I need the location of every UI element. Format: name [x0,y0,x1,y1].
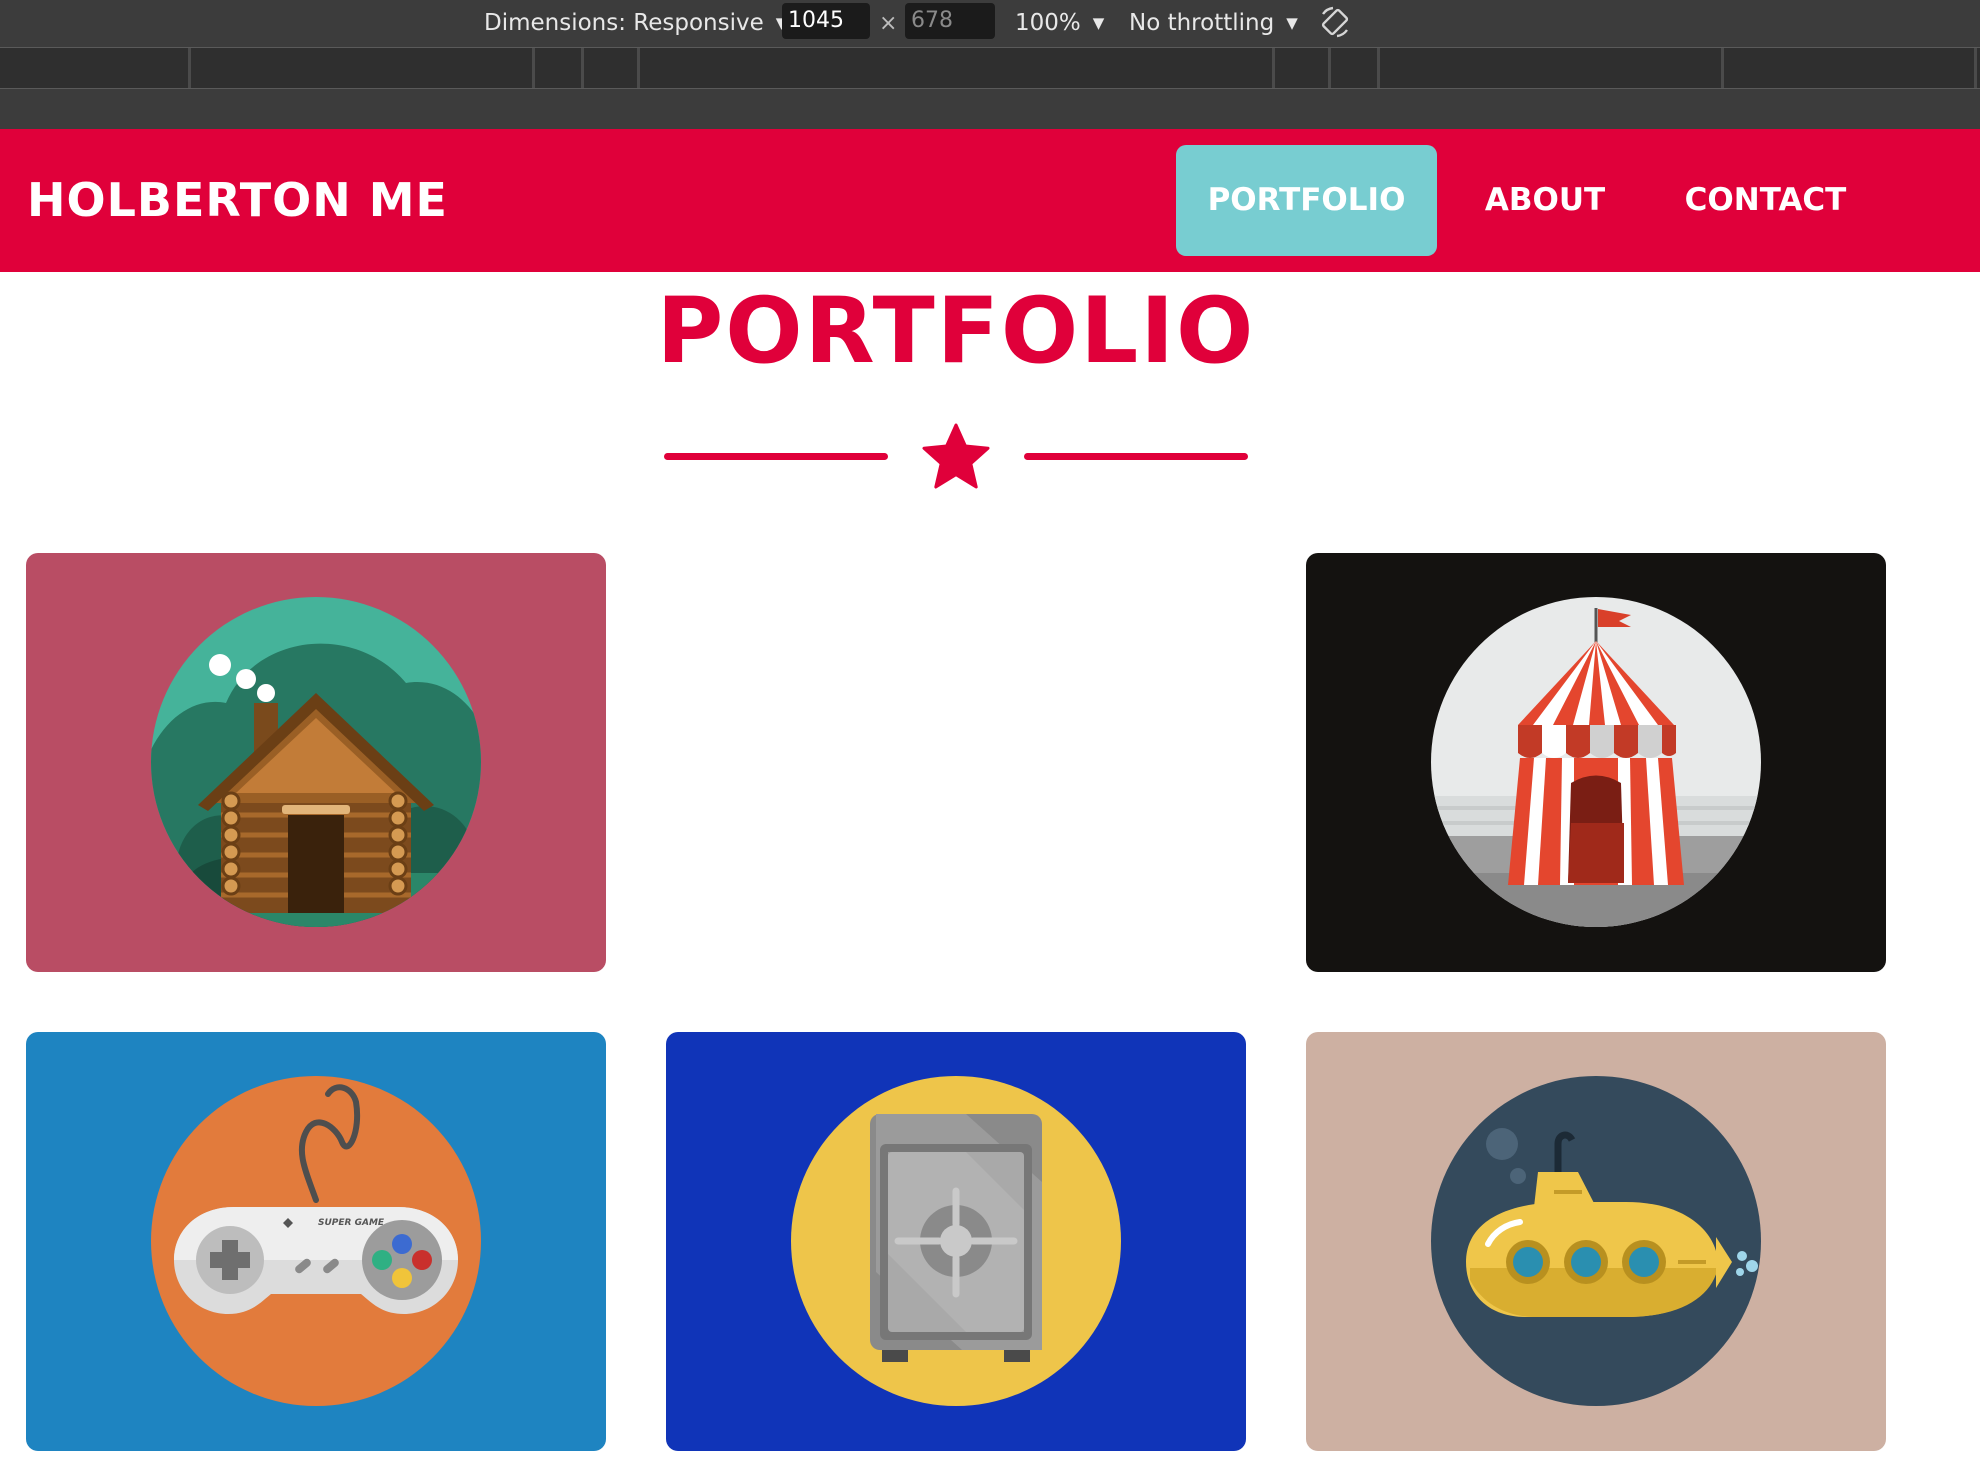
controller-logo-text: SUPER GAME [318,1218,385,1228]
nav-portfolio[interactable]: PORTFOLIO [1176,145,1437,256]
ruler-tick [1721,48,1724,88]
submarine-icon [1431,1076,1761,1406]
chevron-down-icon: ▼ [1092,14,1105,32]
site-header: HOLBERTON ME PORTFOLIO ABOUT CONTACT [0,129,1980,272]
rotate-icon[interactable] [1317,4,1353,40]
circus-tent-icon [1431,597,1761,927]
ruler-tick [1377,48,1380,88]
ruler-tick [532,48,535,88]
safe-icon [791,1076,1121,1406]
log-cabin-icon [151,597,481,927]
ruler-tick [581,48,584,88]
dimensions-label: Dimensions: Responsive [484,10,764,36]
ruler-tick [188,48,191,88]
star-icon [922,423,990,489]
chevron-down-icon: ▼ [1286,14,1298,32]
devtools-spacer [0,89,1980,129]
throttling-label: No throttling [1129,10,1275,36]
ruler-tick [1974,48,1977,88]
portfolio-item-submarine[interactable] [1306,1032,1886,1451]
times-symbol: × [879,11,898,36]
width-input[interactable]: 1045 [782,3,870,39]
game-controller-icon: SUPER GAME [151,1076,481,1406]
zoom-dropdown[interactable]: 100% ▼ [1015,0,1104,46]
height-input[interactable]: 678 [905,3,995,39]
dimensions-dropdown[interactable]: Dimensions: Responsive▼ [484,0,787,46]
portfolio-item-circus[interactable] [1306,553,1886,972]
portfolio-item-game[interactable]: SUPER GAME [26,1032,606,1451]
nav-contact[interactable]: CONTACT [1663,145,1868,256]
zoom-label: 100% [1015,10,1081,36]
device-ruler [0,47,1980,89]
ruler-tick [1328,48,1331,88]
devtools-panel: Dimensions: Responsive▼ 1045 × 678 100%▼… [0,0,1980,129]
page-title: PORTFOLIO [656,279,1256,384]
divider-line-left [664,453,888,460]
throttling-dropdown[interactable]: No throttling ▼ [1129,0,1298,46]
devtools-toolbar: Dimensions: Responsive▼ 1045 × 678 100%▼… [0,0,1980,46]
nav-about[interactable]: ABOUT [1460,145,1630,256]
ruler-tick [1272,48,1275,88]
portfolio-item-safe[interactable] [666,1032,1246,1451]
site-brand[interactable]: HOLBERTON ME [27,129,448,272]
portfolio-item-cabin[interactable] [26,553,606,972]
ruler-tick [637,48,640,88]
divider-line-right [1024,453,1248,460]
